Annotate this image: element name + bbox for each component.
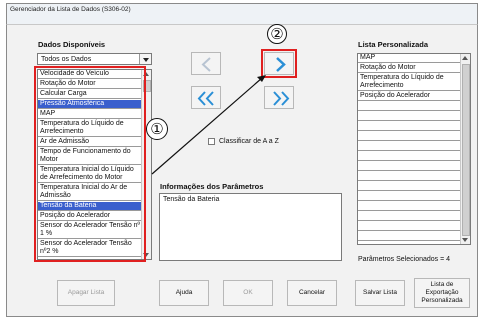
custom-list-empty-row[interactable] xyxy=(358,112,462,121)
custom-list-empty-row[interactable] xyxy=(358,222,462,231)
parameter-info-box: Tensão da Bateria xyxy=(159,193,342,261)
custom-list-item[interactable]: Posição do Acelerador xyxy=(358,92,462,101)
custom-list[interactable]: MAP Rotação do Motor Temperatura do Líquid… xyxy=(357,53,471,245)
custom-list-empty-row[interactable] xyxy=(358,192,462,201)
custom-list-empty-row[interactable] xyxy=(358,122,462,131)
custom-list-scrollbar[interactable] xyxy=(460,54,470,244)
custom-list-empty-row[interactable] xyxy=(358,172,462,181)
scroll-up-icon[interactable] xyxy=(462,56,468,60)
help-button[interactable]: Ajuda xyxy=(159,280,209,306)
custom-list-empty-row[interactable] xyxy=(358,232,462,241)
ok-button[interactable]: OK xyxy=(223,280,273,306)
custom-list-label: Lista Personalizada xyxy=(358,40,429,49)
scroll-thumb[interactable] xyxy=(462,64,470,236)
custom-list-empty-row[interactable] xyxy=(358,212,462,221)
custom-list-empty-row[interactable] xyxy=(358,182,462,191)
custom-list-item[interactable]: Rotação do Motor xyxy=(358,64,462,73)
parameter-info-label: Informações dos Parâmetros xyxy=(160,182,264,191)
clear-list-button[interactable]: Apagar Lista xyxy=(57,280,115,306)
custom-list-empty-row[interactable] xyxy=(358,132,462,141)
export-custom-list-button[interactable]: Lista de Exportação Personalizada xyxy=(414,278,470,308)
save-list-button[interactable]: Salvar Lista xyxy=(355,280,405,306)
custom-list-item[interactable]: Temperatura do Líquido de Arrefecimento xyxy=(358,74,462,91)
cancel-button[interactable]: Cancelar xyxy=(287,280,337,306)
custom-list-empty-row[interactable] xyxy=(358,202,462,211)
parameter-info-text: Tensão da Bateria xyxy=(163,196,220,203)
scroll-down-icon[interactable] xyxy=(462,238,468,242)
custom-list-empty-row[interactable] xyxy=(358,162,462,171)
sort-label: Classificar de A a Z xyxy=(219,138,279,145)
custom-list-empty-row[interactable] xyxy=(358,102,462,111)
custom-list-empty-row[interactable] xyxy=(358,142,462,151)
selected-count: Parâmetros Selecionados = 4 xyxy=(358,256,451,263)
sort-checkbox[interactable] xyxy=(208,138,215,145)
custom-list-empty-row[interactable] xyxy=(358,152,462,161)
custom-list-item[interactable]: MAP xyxy=(358,54,462,63)
